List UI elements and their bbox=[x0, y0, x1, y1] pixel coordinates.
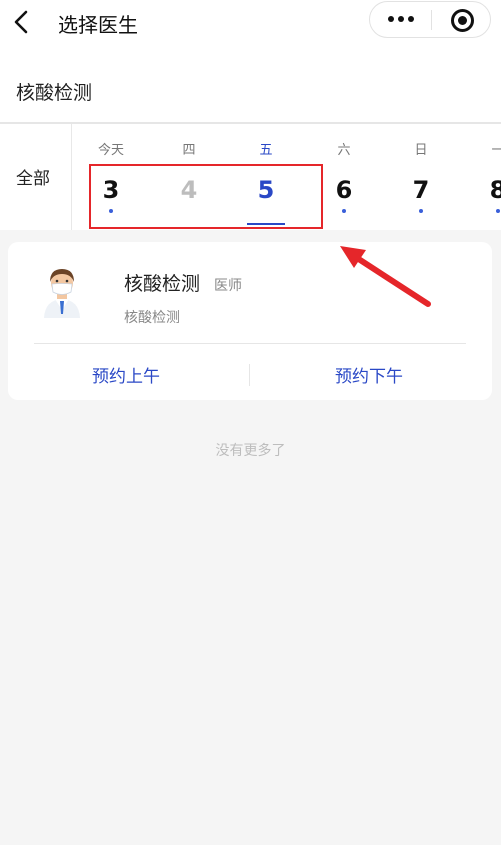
all-dates-label: 全部 bbox=[16, 169, 50, 189]
department-name: 核酸检测 bbox=[16, 82, 93, 104]
date-number: 8 bbox=[489, 176, 501, 204]
doctor-title: 医师 bbox=[214, 278, 242, 294]
doctor-name: 核酸检测 bbox=[124, 273, 201, 295]
capsule-divider bbox=[431, 10, 432, 30]
weekday-label: 日 bbox=[414, 143, 428, 158]
page-title: 选择医生 bbox=[58, 13, 138, 37]
date-item-7[interactable]: 日 7 bbox=[382, 124, 460, 230]
date-selector: 全部 今天 3 四 4 五 5 六 6 日 7 一 8 bbox=[0, 124, 501, 230]
availability-dot bbox=[496, 209, 500, 213]
more-dots-icon[interactable] bbox=[388, 16, 414, 24]
back-arrow-icon[interactable] bbox=[8, 8, 36, 36]
date-item-8[interactable]: 一 8 bbox=[459, 124, 501, 230]
book-morning-button[interactable]: 预约上午 bbox=[92, 362, 160, 387]
availability-dot bbox=[419, 209, 423, 213]
date-number: 7 bbox=[412, 176, 430, 204]
doctor-avatar-icon bbox=[44, 269, 80, 318]
weekday-label: 四 bbox=[182, 143, 196, 158]
book-afternoon-button[interactable]: 预约下午 bbox=[335, 362, 403, 387]
red-arrow-annotation-icon bbox=[340, 246, 431, 307]
weekday-label: 一 bbox=[491, 143, 501, 158]
nav-bar: 选择医生 bbox=[0, 0, 501, 46]
weekday-label: 六 bbox=[337, 143, 351, 158]
close-target-icon[interactable] bbox=[451, 9, 474, 32]
availability-dot bbox=[342, 209, 346, 213]
weekday-label: 五 bbox=[259, 143, 273, 158]
department-header: 核酸检测 bbox=[0, 46, 501, 122]
no-more-text: 没有更多了 bbox=[215, 443, 286, 459]
doctor-department: 核酸检测 bbox=[124, 310, 180, 326]
card-divider bbox=[34, 343, 466, 344]
highlight-box bbox=[89, 164, 323, 229]
weekday-label: 今天 bbox=[97, 143, 124, 158]
mini-program-capsule bbox=[369, 1, 491, 38]
button-divider bbox=[249, 364, 250, 386]
all-dates-button[interactable]: 全部 bbox=[0, 124, 72, 230]
